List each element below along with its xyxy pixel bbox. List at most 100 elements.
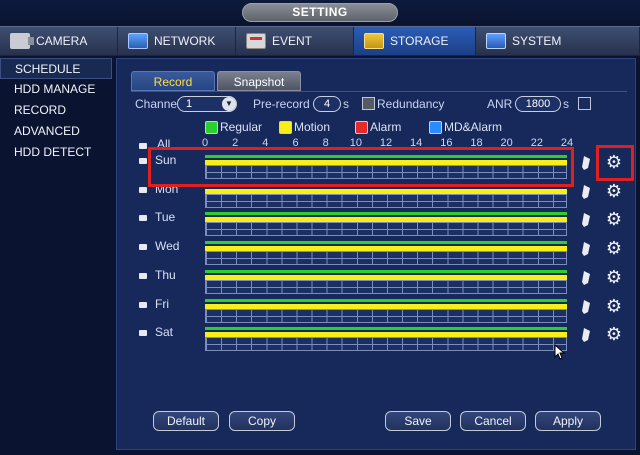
day-row-fri: Fri ⚙: [139, 296, 629, 323]
alarm-swatch: [355, 120, 368, 134]
gear-icon[interactable]: ⚙: [605, 297, 623, 315]
eraser-icon[interactable]: [581, 155, 591, 171]
prerecord-unit: s: [343, 97, 349, 111]
day-checkbox[interactable]: [139, 272, 147, 279]
cancel-button[interactable]: Cancel: [460, 411, 526, 431]
regular-record-band: [205, 241, 567, 245]
timeline-grid[interactable]: [205, 279, 567, 294]
motion-swatch: [279, 120, 292, 134]
tab-system[interactable]: SYSTEM: [476, 27, 640, 55]
all-checkbox[interactable]: [139, 143, 147, 149]
sidebar-item-hdd-manage[interactable]: HDD MANAGE: [0, 79, 112, 100]
tab-system-label: SYSTEM: [512, 34, 562, 48]
highlight-sunday-row: [148, 147, 574, 187]
day-checkbox[interactable]: [139, 301, 147, 308]
prerecord-input[interactable]: 4: [313, 96, 341, 112]
day-checkbox[interactable]: [139, 158, 147, 164]
apply-button[interactable]: Apply: [535, 411, 601, 431]
legend-motion-label: Motion: [294, 120, 331, 134]
day-row-wed: Wed ⚙: [139, 239, 629, 266]
legend-alarm-label: Alarm: [370, 120, 402, 134]
anr-unit: s: [563, 97, 569, 111]
gear-icon[interactable]: ⚙: [605, 268, 623, 286]
eraser-icon[interactable]: [581, 270, 591, 286]
legend-md-alarm[interactable]: MD&Alarm: [429, 120, 502, 134]
timeline-grid[interactable]: [205, 251, 567, 266]
anr-label: ANR: [487, 97, 513, 111]
sidebar-item-schedule[interactable]: SCHEDULE: [0, 58, 112, 79]
redundancy-label: Redundancy: [377, 97, 445, 111]
camera-icon: [10, 33, 34, 49]
schedule-timeline-bar[interactable]: [205, 241, 567, 266]
timeline-grid[interactable]: [205, 222, 567, 237]
schedule-timeline-bar[interactable]: [205, 212, 567, 237]
highlight-sunday-gear: [596, 145, 634, 181]
timeline-grid[interactable]: [205, 193, 567, 208]
tab-camera-label: CAMERA: [36, 34, 88, 48]
copy-button[interactable]: Copy: [229, 411, 295, 431]
tab-camera[interactable]: CAMERA: [0, 27, 118, 55]
tab-record[interactable]: Record: [131, 71, 215, 91]
channel-label: Channel: [135, 97, 180, 111]
eraser-icon[interactable]: [581, 184, 591, 200]
regular-record-band: [205, 212, 567, 216]
eraser-icon[interactable]: [581, 212, 591, 228]
day-label: Fri: [155, 296, 169, 311]
schedule-timeline-bar[interactable]: [205, 183, 567, 208]
gear-icon[interactable]: ⚙: [605, 325, 623, 343]
gear-icon[interactable]: ⚙: [605, 210, 623, 228]
window-title: SETTING: [242, 3, 398, 22]
main-tab-bar: CAMERA NETWORK EVENT STORAGE SYSTEM: [0, 26, 640, 56]
chevron-down-icon: ▼: [222, 97, 236, 111]
legend-md-alarm-label: MD&Alarm: [444, 120, 503, 134]
system-icon: [486, 33, 506, 49]
controls-row: Channel 1 ▼ Pre-record 4 s Redundancy AN…: [131, 91, 627, 115]
sidebar-item-advanced[interactable]: ADVANCED: [0, 121, 112, 142]
anr-checkbox[interactable]: [578, 97, 591, 110]
event-icon: [246, 33, 266, 49]
day-label: Thu: [155, 267, 176, 282]
legend-regular-label: Regular: [220, 120, 263, 134]
sidebar-item-record[interactable]: RECORD: [0, 100, 112, 121]
gear-icon[interactable]: ⚙: [605, 239, 623, 257]
redundancy-checkbox[interactable]: [362, 97, 375, 110]
timeline-grid[interactable]: [205, 308, 567, 323]
regular-record-band: [205, 269, 567, 273]
sidebar-item-hdd-detect[interactable]: HDD DETECT: [0, 142, 112, 163]
day-checkbox[interactable]: [139, 186, 147, 193]
schedule-timeline-bar[interactable]: [205, 298, 567, 323]
sub-tabs: Record Snapshot: [131, 71, 301, 91]
day-checkbox[interactable]: [139, 244, 147, 251]
schedule-timeline-bar[interactable]: [205, 269, 567, 294]
default-button[interactable]: Default: [153, 411, 219, 431]
timeline-grid[interactable]: [205, 337, 567, 352]
day-label: Sat: [155, 325, 174, 340]
channel-select[interactable]: 1 ▼: [177, 96, 237, 112]
eraser-icon[interactable]: [581, 327, 591, 343]
tab-network[interactable]: NETWORK: [118, 27, 236, 55]
day-row-thu: Thu ⚙: [139, 267, 629, 294]
tab-event[interactable]: EVENT: [236, 27, 354, 55]
schedule-panel: Record Snapshot Channel 1 ▼ Pre-record 4…: [116, 58, 636, 450]
tab-storage-label: STORAGE: [390, 34, 449, 48]
day-row-tue: Tue ⚙: [139, 210, 629, 237]
day-label: Tue: [155, 210, 176, 225]
legend-motion[interactable]: Motion: [279, 120, 330, 134]
day-checkbox[interactable]: [139, 215, 147, 222]
legend-alarm[interactable]: Alarm: [355, 120, 401, 134]
regular-swatch: [205, 120, 218, 134]
tab-storage[interactable]: STORAGE: [354, 27, 476, 55]
tab-snapshot[interactable]: Snapshot: [217, 71, 301, 91]
prerecord-label: Pre-record: [253, 97, 310, 111]
save-button[interactable]: Save: [385, 411, 451, 431]
sidebar: SCHEDULE HDD MANAGE RECORD ADVANCED HDD …: [0, 58, 112, 455]
tab-network-label: NETWORK: [154, 34, 216, 48]
eraser-icon[interactable]: [581, 299, 591, 315]
schedule-timeline-bar[interactable]: [205, 327, 567, 352]
anr-input[interactable]: 1800: [515, 96, 561, 112]
eraser-icon[interactable]: [581, 241, 591, 257]
legend-regular[interactable]: Regular: [205, 120, 262, 134]
day-checkbox[interactable]: [139, 330, 147, 337]
gear-icon[interactable]: ⚙: [605, 182, 623, 200]
title-bar: SETTING: [0, 0, 640, 24]
